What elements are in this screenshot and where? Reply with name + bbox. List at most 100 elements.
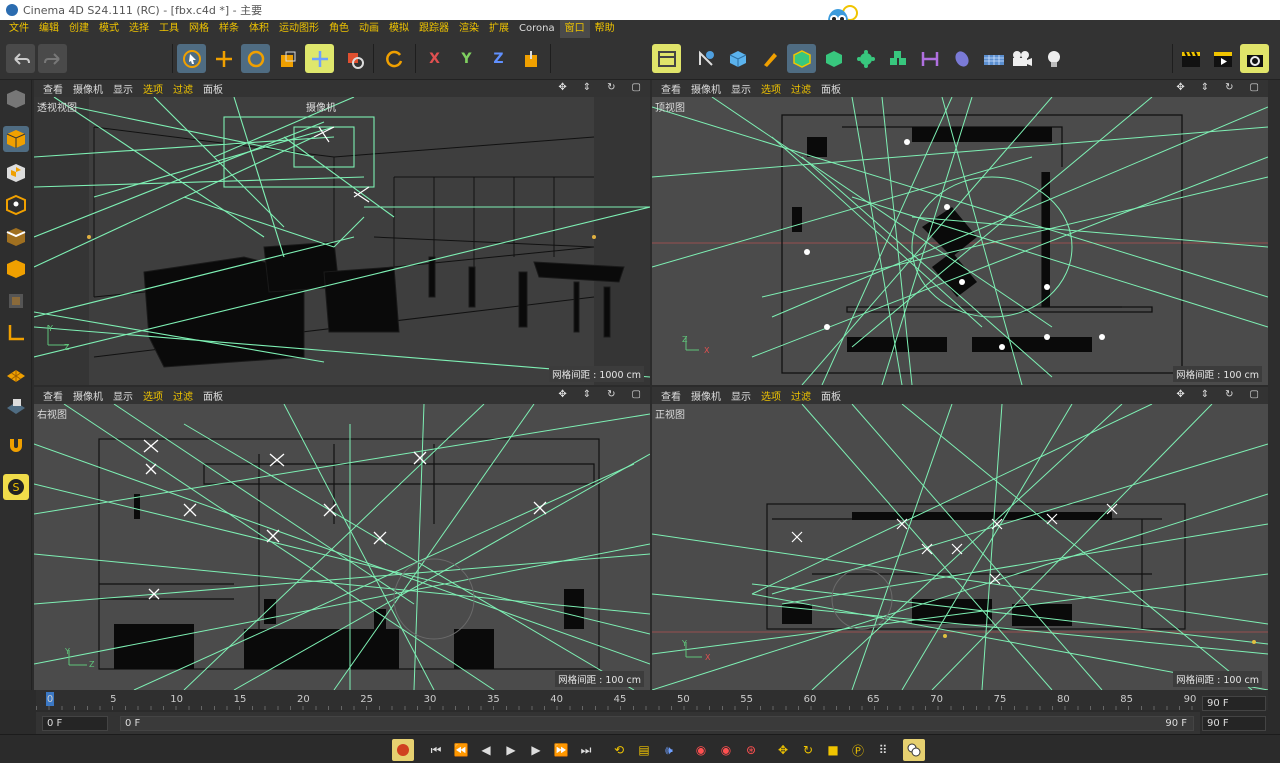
orbit-icon[interactable]: ↻ xyxy=(1220,82,1238,93)
field-icon[interactable] xyxy=(947,44,976,73)
menu-mesh[interactable]: 网格 xyxy=(184,20,214,38)
texture-mode-icon[interactable] xyxy=(3,160,29,186)
point-mode-icon[interactable] xyxy=(3,192,29,218)
light-icon[interactable] xyxy=(1039,44,1068,73)
prev-frame-icon[interactable]: ◀ xyxy=(475,739,497,761)
array-icon[interactable] xyxy=(819,44,848,73)
viewport-canvas[interactable]: 顶视图 Z X 网格间距 : 100 cm xyxy=(652,97,1268,385)
play-icon[interactable]: ▶ xyxy=(500,739,522,761)
clapper-icon[interactable] xyxy=(1176,44,1205,73)
pan-icon[interactable]: ✥ xyxy=(553,389,571,400)
render-view-icon[interactable] xyxy=(1208,44,1237,73)
live-select-icon[interactable] xyxy=(305,44,334,73)
next-key-icon[interactable]: ⏩ xyxy=(550,739,572,761)
right-panel-edge[interactable] xyxy=(1268,80,1280,690)
viewport-perspective[interactable]: 查看 摄像机 显示 选项 过滤 面板 ✥ ⇕ ↻ ▢ 透视视图 摄像机 Y Z … xyxy=(34,80,650,385)
coord-icon[interactable] xyxy=(516,44,545,73)
menu-animate[interactable]: 动画 xyxy=(354,20,384,38)
menu-spline[interactable]: 样条 xyxy=(214,20,244,38)
key-position-icon[interactable]: ✥ xyxy=(772,739,794,761)
cloner-icon[interactable] xyxy=(883,44,912,73)
move-icon[interactable] xyxy=(209,44,238,73)
orbit-icon[interactable]: ↻ xyxy=(602,389,620,400)
menu-render[interactable]: 渲染 xyxy=(454,20,484,38)
polygon-mode-icon[interactable] xyxy=(3,256,29,282)
symmetry-icon[interactable] xyxy=(915,44,944,73)
vp-menu-view[interactable]: 查看 xyxy=(38,388,68,403)
menu-volume[interactable]: 体积 xyxy=(244,20,274,38)
menu-select[interactable]: 选择 xyxy=(124,20,154,38)
vp-menu-filter[interactable]: 过滤 xyxy=(168,81,198,96)
axis-mode-icon[interactable] xyxy=(3,320,29,346)
dolly-icon[interactable]: ⇕ xyxy=(578,389,596,400)
end-frame-field[interactable]: 90 F xyxy=(1202,716,1266,731)
sound-icon[interactable]: 🕪 xyxy=(658,739,680,761)
rotate-icon[interactable] xyxy=(380,44,409,73)
spline-pen-icon[interactable] xyxy=(691,44,720,73)
undo-icon[interactable] xyxy=(6,44,35,73)
menu-corona[interactable]: Corona xyxy=(514,20,560,38)
menu-mode[interactable]: 模式 xyxy=(94,20,124,38)
frame-range-slider[interactable]: 0 F 90 F xyxy=(120,716,1194,731)
menu-help[interactable]: 帮助 xyxy=(590,20,620,38)
orbit-icon[interactable]: ↻ xyxy=(1220,389,1238,400)
key-rotation-icon[interactable]: ↻ xyxy=(797,739,819,761)
vp-menu-view[interactable]: 查看 xyxy=(656,388,686,403)
polygon-icon[interactable] xyxy=(787,44,816,73)
camera-move-icon[interactable] xyxy=(339,44,368,73)
menu-simulate[interactable]: 模拟 xyxy=(384,20,414,38)
menu-extensions[interactable]: 扩展 xyxy=(484,20,514,38)
vp-menu-panel[interactable]: 面板 xyxy=(198,388,228,403)
vp-menu-options[interactable]: 选项 xyxy=(138,81,168,96)
model-mode-icon[interactable] xyxy=(3,126,29,152)
record-key-icon[interactable] xyxy=(392,739,414,761)
loop-icon[interactable]: ⟲ xyxy=(608,739,630,761)
next-frame-icon[interactable]: ▶ xyxy=(525,739,547,761)
snap-icon[interactable] xyxy=(3,432,29,458)
pan-icon[interactable]: ✥ xyxy=(1171,82,1189,93)
camera-icon[interactable] xyxy=(1007,44,1036,73)
vp-menu-cameras[interactable]: 摄像机 xyxy=(686,81,726,96)
vp-menu-panel[interactable]: 面板 xyxy=(816,81,846,96)
render-settings-icon[interactable] xyxy=(1240,44,1269,73)
autokey-icon[interactable]: ◉ xyxy=(715,739,737,761)
menu-tracker[interactable]: 跟踪器 xyxy=(414,20,454,38)
menu-file[interactable]: 文件 xyxy=(4,20,34,38)
menu-character[interactable]: 角色 xyxy=(324,20,354,38)
menu-edit[interactable]: 编辑 xyxy=(34,20,64,38)
orbit-icon[interactable]: ↻ xyxy=(602,82,620,93)
menu-window[interactable]: 窗口 xyxy=(559,20,590,38)
corona-icon[interactable]: S xyxy=(3,474,29,500)
vp-menu-view[interactable]: 查看 xyxy=(656,81,686,96)
vp-menu-options[interactable]: 选项 xyxy=(756,81,786,96)
vp-menu-panel[interactable]: 面板 xyxy=(198,81,228,96)
redo-icon[interactable] xyxy=(38,44,67,73)
timeline-ruler[interactable]: 0 5 10 15 20 25 30 35 40 45 50 55 60 65 70 75 80 85 90 xyxy=(36,690,1268,710)
vp-menu-display[interactable]: 显示 xyxy=(726,388,756,403)
dolly-icon[interactable]: ⇕ xyxy=(1196,82,1214,93)
uv-mode-icon[interactable] xyxy=(3,288,29,314)
scheme-icon[interactable] xyxy=(903,739,925,761)
locked-workplane-icon[interactable] xyxy=(3,394,29,420)
floor-icon[interactable] xyxy=(979,44,1008,73)
workplane-icon[interactable] xyxy=(3,362,29,388)
maximize-icon[interactable]: ▢ xyxy=(1245,82,1264,93)
vp-menu-display[interactable]: 显示 xyxy=(108,81,138,96)
rotate-icon[interactable] xyxy=(241,44,270,73)
vp-menu-options[interactable]: 选项 xyxy=(138,388,168,403)
vp-menu-options[interactable]: 选项 xyxy=(756,388,786,403)
menu-create[interactable]: 创建 xyxy=(64,20,94,38)
vp-menu-cameras[interactable]: 摄像机 xyxy=(686,388,726,403)
menu-mograph[interactable]: 运动图形 xyxy=(274,20,324,38)
viewport-right[interactable]: 查看 摄像机 显示 选项 过滤 面板 ✥ ⇕ ↻ ▢ 右视图 Y Z 网格间距 … xyxy=(34,387,650,690)
dolly-icon[interactable]: ⇕ xyxy=(578,82,596,93)
vp-menu-filter[interactable]: 过滤 xyxy=(168,388,198,403)
vp-menu-filter[interactable]: 过滤 xyxy=(786,388,816,403)
y-axis-icon[interactable]: Y xyxy=(452,44,481,73)
maximize-icon[interactable]: ▢ xyxy=(1245,389,1264,400)
vp-menu-display[interactable]: 显示 xyxy=(726,81,756,96)
vp-menu-filter[interactable]: 过滤 xyxy=(786,81,816,96)
dolly-icon[interactable]: ⇕ xyxy=(1196,389,1214,400)
current-frame-field[interactable]: 0 F xyxy=(42,716,108,731)
cube-icon[interactable] xyxy=(723,44,752,73)
